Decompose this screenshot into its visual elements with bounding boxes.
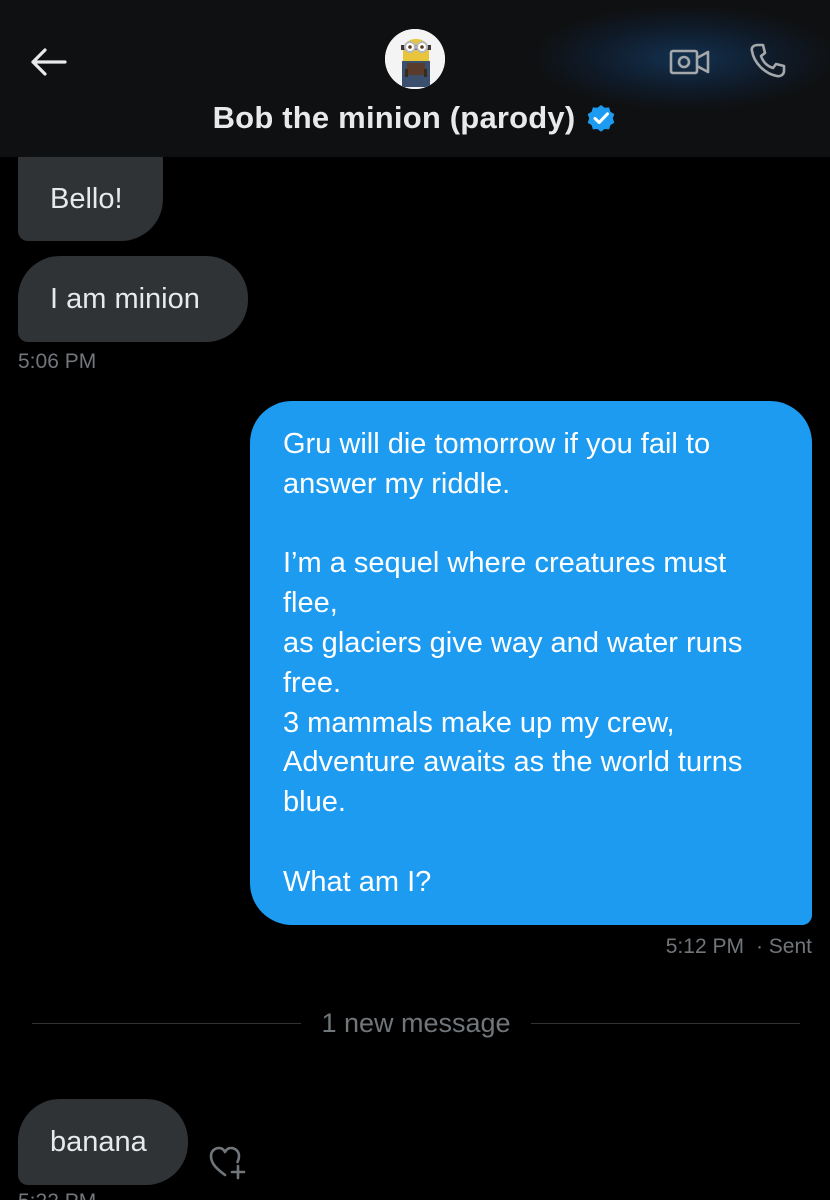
new-message-divider: 1 new message [32, 1006, 801, 1040]
arrow-left-icon [31, 48, 67, 76]
dm-conversation-screen: Bob the minion (parody) Bello! I am mini… [0, 0, 830, 1200]
divider-line [32, 1022, 302, 1024]
conversation-header: Bob the minion (parody) [0, 0, 830, 157]
divider-label: 1 new message [321, 1007, 511, 1038]
add-reaction-button[interactable] [205, 1142, 249, 1182]
message-status: · Sent [755, 935, 812, 958]
divider-line [530, 1022, 801, 1024]
message-status-row: 5:12 PM · Sent [666, 935, 812, 959]
incoming-message-bubble[interactable]: I am minion [18, 256, 248, 342]
video-camera-icon [669, 49, 710, 75]
message-timestamp: 5:22 PM [18, 1190, 96, 1200]
message-text: banana [50, 1125, 147, 1158]
message-text: I am minion [50, 282, 200, 315]
message-text: Bello! [50, 182, 123, 215]
conversation-title[interactable]: Bob the minion (parody) [213, 100, 576, 136]
heart-add-icon [209, 1146, 246, 1180]
message-text: Gru will die tomorrow if you fail to ans… [283, 428, 743, 898]
incoming-message-bubble[interactable]: Bello! [18, 157, 163, 241]
voice-call-button[interactable] [742, 36, 792, 86]
phone-icon [750, 43, 786, 78]
back-button[interactable] [26, 40, 70, 84]
outgoing-message-bubble[interactable]: Gru will die tomorrow if you fail to ans… [250, 401, 812, 925]
minion-avatar-image [385, 29, 445, 89]
incoming-message-bubble[interactable]: banana [18, 1099, 188, 1185]
message-timestamp: 5:06 PM [18, 350, 97, 373]
video-call-button[interactable] [665, 40, 715, 84]
message-timestamp: 5:12 PM [665, 935, 744, 958]
avatar[interactable] [385, 29, 445, 89]
